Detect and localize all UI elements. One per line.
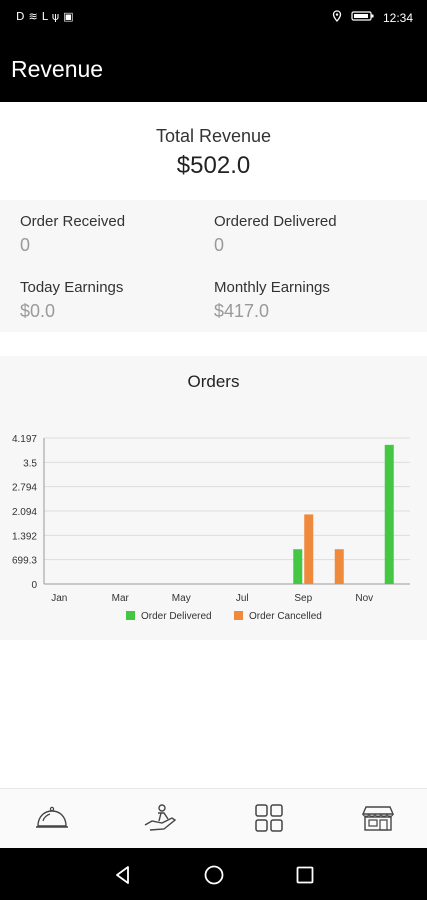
notification-icon: L	[41, 10, 48, 23]
x-tick-label: Jul	[236, 593, 249, 604]
usb-icon: ψ	[51, 10, 60, 23]
y-tick-label: 4.197	[12, 434, 37, 445]
x-tick-label: Jan	[51, 593, 67, 604]
monthly-earnings-value: $417.0	[214, 301, 270, 321]
y-tick-label: 2.094	[12, 507, 37, 518]
nav-delivery[interactable]	[140, 803, 180, 837]
total-revenue-label: Total Revenue	[155, 126, 272, 146]
legend-label: Order Delivered	[141, 611, 212, 622]
ordered-delivered-stat: Ordered Delivered 0	[214, 213, 404, 256]
bar	[293, 549, 303, 584]
bar	[304, 514, 314, 584]
status-notification-icons: D ≋ L ψ ▣	[16, 10, 74, 23]
system-navigation-bar	[0, 848, 427, 900]
home-button[interactable]	[202, 863, 226, 887]
notification-icon: D	[16, 10, 25, 23]
bar	[384, 444, 394, 584]
ordered-delivered-label: Ordered Delivered	[214, 213, 337, 230]
recents-button[interactable]	[293, 863, 317, 887]
delivery-hand-icon	[142, 803, 178, 838]
notification-icon: ▣	[63, 10, 74, 23]
bottom-navigation	[0, 788, 427, 849]
back-icon	[111, 866, 135, 891]
orders-bar-chart: 0 699.3 1.392 2.094 2.794 3.5 4.197 Jan Mar May Ju…	[12, 434, 410, 622]
y-tick-label: 1.392	[12, 531, 37, 542]
x-tick-label: May	[172, 593, 191, 604]
home-icon	[202, 865, 226, 891]
order-received-label: Order Received	[20, 213, 126, 230]
page-title: Revenue	[11, 56, 104, 82]
y-tick-label: 2.794	[12, 483, 37, 494]
store-icon	[361, 803, 395, 838]
monthly-earnings-stat: Monthly Earnings $417.0	[214, 279, 404, 322]
recents-icon	[293, 866, 317, 891]
today-earnings-stat: Today Earnings $0.0	[20, 279, 210, 322]
legend-swatch	[234, 611, 243, 620]
back-button[interactable]	[111, 863, 135, 887]
clock: 12:34	[382, 10, 413, 25]
total-revenue-value: $502.0	[176, 152, 251, 179]
y-tick-label: 0	[31, 580, 37, 591]
order-received-value: 0	[20, 235, 31, 255]
x-tick-label: Sep	[294, 593, 312, 604]
location-icon	[331, 10, 343, 25]
order-received-stat: Order Received 0	[20, 213, 210, 256]
status-system-icons: 12:34	[331, 10, 413, 25]
battery-icon	[351, 10, 375, 25]
app-bar: Revenue	[0, 36, 427, 102]
orders-chart-card: Orders 0 699.3 1.392 2.094 2.794 3.5 4.197 Jan M…	[0, 356, 427, 640]
nav-dashboard[interactable]	[249, 803, 289, 837]
bar	[334, 549, 344, 584]
notification-icon: ≋	[28, 10, 38, 23]
nav-store[interactable]	[358, 803, 398, 837]
stats-grid: Order Received 0 Ordered Delivered 0 Tod…	[0, 200, 427, 332]
monthly-earnings-label: Monthly Earnings	[214, 279, 330, 296]
y-tick-label: 699.3	[12, 556, 37, 567]
x-tick-label: Nov	[355, 593, 373, 604]
food-tray-icon	[34, 804, 70, 837]
y-tick-label: 3.5	[23, 458, 37, 469]
grid-icon	[253, 802, 285, 839]
today-earnings-value: $0.0	[20, 301, 56, 321]
nav-orders[interactable]	[32, 803, 72, 837]
legend-label: Order Cancelled	[249, 611, 322, 622]
ordered-delivered-value: 0	[214, 235, 225, 255]
today-earnings-label: Today Earnings	[20, 279, 124, 296]
x-tick-label: Mar	[112, 593, 130, 604]
total-revenue-card: Total Revenue $502.0	[0, 102, 427, 198]
status-bar: D ≋ L ψ ▣ 12:34	[0, 0, 427, 36]
legend-swatch	[126, 611, 135, 620]
